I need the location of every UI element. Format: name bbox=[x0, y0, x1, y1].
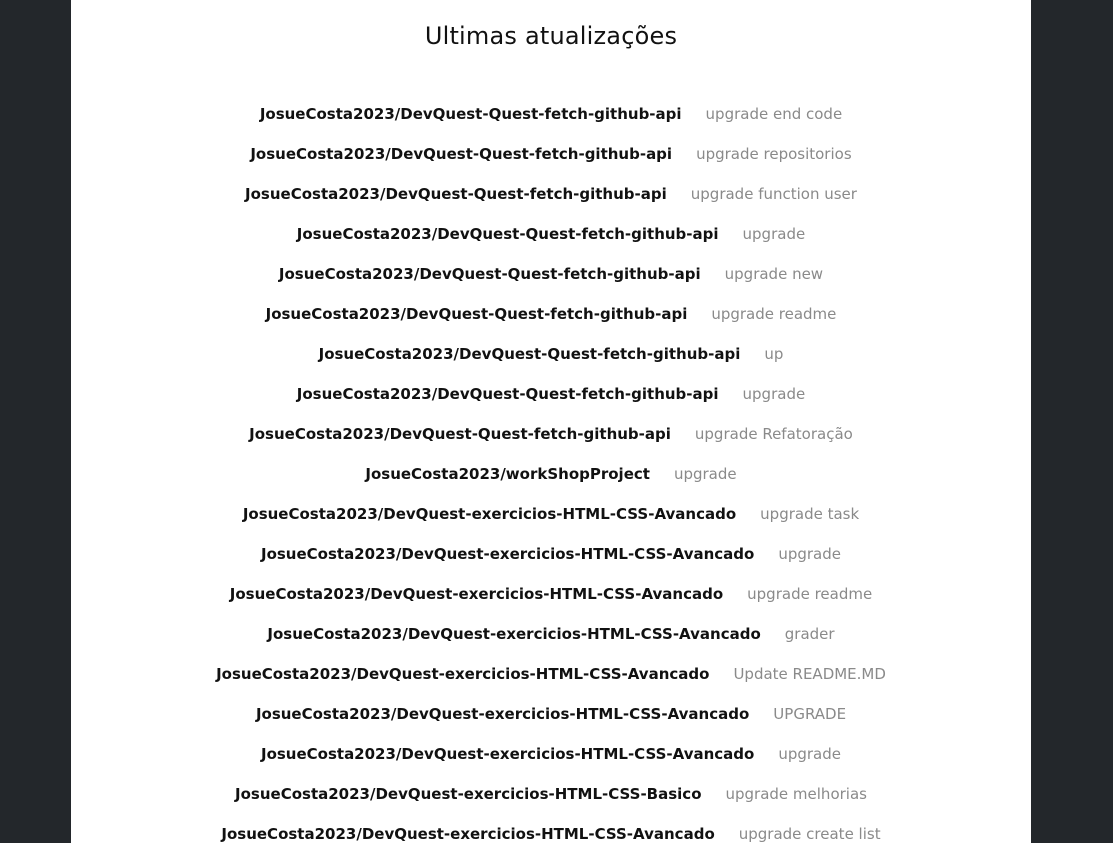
main-panel: Ultimas atualizações JosueCosta2023/DevQ… bbox=[71, 0, 1031, 843]
event-item: JosueCosta2023/DevQuest-Quest-fetch-gith… bbox=[71, 334, 1031, 374]
event-item: JosueCosta2023/workShopProject upgrade bbox=[71, 454, 1031, 494]
repo-link[interactable]: JosueCosta2023/DevQuest-exercicios-HTML-… bbox=[267, 625, 760, 643]
commit-message: Update README.MD bbox=[733, 665, 886, 683]
commit-message: upgrade melhorias bbox=[725, 785, 867, 803]
commit-message: upgrade create list bbox=[738, 825, 881, 843]
commit-message: grader bbox=[784, 625, 835, 643]
event-item: JosueCosta2023/DevQuest-exercicios-HTML-… bbox=[71, 734, 1031, 774]
commit-message: upgrade end code bbox=[705, 105, 843, 123]
event-item: JosueCosta2023/DevQuest-exercicios-HTML-… bbox=[71, 654, 1031, 694]
repo-link[interactable]: JosueCosta2023/DevQuest-Quest-fetch-gith… bbox=[245, 185, 667, 203]
commit-message: upgrade readme bbox=[747, 585, 873, 603]
event-item: JosueCosta2023/DevQuest-exercicios-HTML-… bbox=[71, 574, 1031, 614]
commit-message: upgrade task bbox=[760, 505, 860, 523]
commit-message: upgrade bbox=[778, 545, 842, 563]
commit-message: upgrade bbox=[673, 465, 737, 483]
repo-link[interactable]: JosueCosta2023/DevQuest-Quest-fetch-gith… bbox=[266, 305, 688, 323]
repo-link[interactable]: JosueCosta2023/DevQuest-Quest-fetch-gith… bbox=[279, 265, 701, 283]
commit-message: upgrade repositorios bbox=[696, 145, 852, 163]
event-item: JosueCosta2023/DevQuest-Quest-fetch-gith… bbox=[71, 214, 1031, 254]
event-item: JosueCosta2023/DevQuest-Quest-fetch-gith… bbox=[71, 254, 1031, 294]
event-item: JosueCosta2023/DevQuest-Quest-fetch-gith… bbox=[71, 174, 1031, 214]
events-list: JosueCosta2023/DevQuest-Quest-fetch-gith… bbox=[71, 94, 1031, 843]
event-item: JosueCosta2023/DevQuest-exercicios-HTML-… bbox=[71, 694, 1031, 734]
commit-message: upgrade new bbox=[724, 265, 824, 283]
repo-link[interactable]: JosueCosta2023/DevQuest-exercicios-HTML-… bbox=[261, 545, 754, 563]
repo-link[interactable]: JosueCosta2023/DevQuest-Quest-fetch-gith… bbox=[297, 385, 719, 403]
commit-message: upgrade bbox=[742, 225, 806, 243]
repo-link[interactable]: JosueCosta2023/DevQuest-exercicios-HTML-… bbox=[261, 745, 754, 763]
repo-link[interactable]: JosueCosta2023/DevQuest-Quest-fetch-gith… bbox=[319, 345, 741, 363]
commit-message: UPGRADE bbox=[773, 705, 847, 723]
commit-message: upgrade Refatoração bbox=[694, 425, 853, 443]
commit-message: up bbox=[764, 345, 784, 363]
repo-link[interactable]: JosueCosta2023/DevQuest-exercicios-HTML-… bbox=[216, 665, 709, 683]
repo-link[interactable]: JosueCosta2023/DevQuest-Quest-fetch-gith… bbox=[260, 105, 682, 123]
repo-link[interactable]: JosueCosta2023/DevQuest-exercicios-HTML-… bbox=[230, 585, 723, 603]
event-item: JosueCosta2023/DevQuest-Quest-fetch-gith… bbox=[71, 294, 1031, 334]
event-item: JosueCosta2023/DevQuest-Quest-fetch-gith… bbox=[71, 94, 1031, 134]
repo-link[interactable]: JosueCosta2023/DevQuest-exercicios-HTML-… bbox=[221, 825, 714, 843]
event-item: JosueCosta2023/DevQuest-exercicios-HTML-… bbox=[71, 534, 1031, 574]
event-item: JosueCosta2023/DevQuest-exercicios-HTML-… bbox=[71, 614, 1031, 654]
repo-link[interactable]: JosueCosta2023/DevQuest-exercicios-HTML-… bbox=[256, 705, 749, 723]
repo-link[interactable]: JosueCosta2023/DevQuest-exercicios-HTML-… bbox=[243, 505, 736, 523]
commit-message: upgrade bbox=[778, 745, 842, 763]
repo-link[interactable]: JosueCosta2023/DevQuest-Quest-fetch-gith… bbox=[250, 145, 672, 163]
event-item: JosueCosta2023/DevQuest-exercicios-HTML-… bbox=[71, 814, 1031, 843]
repo-link[interactable]: JosueCosta2023/DevQuest-exercicios-HTML-… bbox=[235, 785, 701, 803]
repo-link[interactable]: JosueCosta2023/workShopProject bbox=[365, 465, 650, 483]
page-title: Ultimas atualizações bbox=[424, 22, 678, 50]
event-item: JosueCosta2023/DevQuest-Quest-fetch-gith… bbox=[71, 134, 1031, 174]
repo-link[interactable]: JosueCosta2023/DevQuest-Quest-fetch-gith… bbox=[297, 225, 719, 243]
commit-message: upgrade readme bbox=[711, 305, 837, 323]
event-item: JosueCosta2023/DevQuest-Quest-fetch-gith… bbox=[71, 414, 1031, 454]
event-item: JosueCosta2023/DevQuest-Quest-fetch-gith… bbox=[71, 374, 1031, 414]
event-item: JosueCosta2023/DevQuest-exercicios-HTML-… bbox=[71, 494, 1031, 534]
commit-message: upgrade function user bbox=[690, 185, 857, 203]
commit-message: upgrade bbox=[742, 385, 806, 403]
repo-link[interactable]: JosueCosta2023/DevQuest-Quest-fetch-gith… bbox=[249, 425, 671, 443]
event-item: JosueCosta2023/DevQuest-exercicios-HTML-… bbox=[71, 774, 1031, 814]
